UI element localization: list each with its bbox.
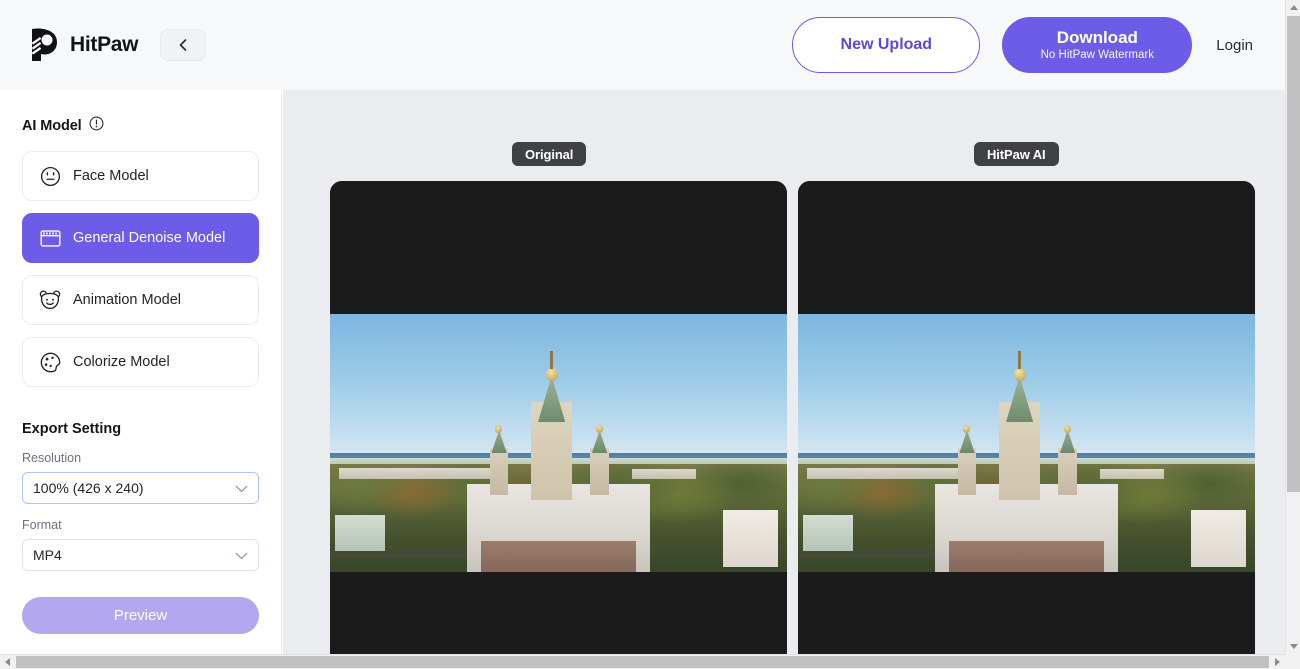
format-value: MP4 xyxy=(33,547,62,563)
letterbox-bottom xyxy=(330,572,787,654)
format-label: Format xyxy=(22,518,259,532)
resolution-value: 100% (426 x 240) xyxy=(33,480,144,496)
login-label: Login xyxy=(1216,37,1253,54)
model-item-general-denoise-model[interactable]: General Denoise Model xyxy=(22,213,259,263)
ai-model-section-title: AI Model xyxy=(22,116,259,135)
model-item-label: Face Model xyxy=(73,168,149,184)
ai-model-list: Face Model xyxy=(22,151,259,387)
resolution-select[interactable]: 100% (426 x 240) xyxy=(22,472,259,504)
letterbox-top xyxy=(798,181,1255,314)
video-comparison-panels xyxy=(330,181,1256,654)
horizontal-scrollbar-thumb[interactable] xyxy=(16,656,1269,668)
hitpaw-ai-video-panel[interactable] xyxy=(798,181,1255,654)
download-label: Download xyxy=(1057,28,1138,48)
hitpaw-ai-tag: HitPaw AI xyxy=(974,142,1059,166)
original-video-panel[interactable] xyxy=(330,181,787,654)
sidebar: AI Model xyxy=(0,90,282,654)
model-item-animation-model[interactable]: Animation Model xyxy=(22,275,259,325)
preview-button[interactable]: Preview xyxy=(22,597,259,634)
resolution-label: Resolution xyxy=(22,451,259,465)
chevron-down-icon xyxy=(235,547,248,563)
login-link[interactable]: Login xyxy=(1214,33,1255,58)
horizontal-scrollbar[interactable] xyxy=(0,654,1300,669)
model-item-colorize-model[interactable]: Colorize Model xyxy=(22,337,259,387)
preview-label: Preview xyxy=(114,607,167,624)
ai-model-title-label: AI Model xyxy=(22,118,82,134)
export-setting-title: Export Setting xyxy=(22,421,259,437)
page-viewport: HitPaw New Upload Download No HitPaw Wat… xyxy=(0,0,1285,654)
face-icon xyxy=(39,165,61,187)
letterbox-top xyxy=(330,181,787,314)
model-item-face-model[interactable]: Face Model xyxy=(22,151,259,201)
original-tag-label: Original xyxy=(525,147,573,162)
hitpaw-paw-logo-icon xyxy=(26,27,60,63)
cathedral-scene-image-enhanced xyxy=(798,314,1255,572)
hitpaw-ai-tag-label: HitPaw AI xyxy=(987,147,1046,162)
header-actions: New Upload Download No HitPaw Watermark … xyxy=(792,17,1255,73)
vertical-scrollbar[interactable] xyxy=(1285,0,1300,654)
original-video-frame xyxy=(330,314,787,572)
scrollbar-corner xyxy=(1285,654,1300,669)
model-item-label: Colorize Model xyxy=(73,354,170,370)
brand[interactable]: HitPaw xyxy=(26,27,138,63)
scroll-left-arrow-icon[interactable] xyxy=(0,655,15,669)
back-button[interactable] xyxy=(160,29,206,61)
scroll-right-arrow-icon[interactable] xyxy=(1270,655,1285,669)
vertical-scrollbar-thumb[interactable] xyxy=(1287,16,1300,492)
original-tag: Original xyxy=(512,142,586,166)
app-header: HitPaw New Upload Download No HitPaw Wat… xyxy=(0,0,1285,90)
film-clapper-icon xyxy=(39,227,61,249)
preview-area: Original HitPaw AI xyxy=(283,90,1285,654)
scroll-down-arrow-icon[interactable] xyxy=(1286,639,1300,654)
bear-face-icon xyxy=(39,289,61,311)
model-item-label: Animation Model xyxy=(73,292,181,308)
chevron-down-icon xyxy=(235,480,248,496)
letterbox-bottom xyxy=(798,572,1255,654)
hitpaw-video-enhancer-app: HitPaw New Upload Download No HitPaw Wat… xyxy=(0,0,1300,669)
panel-label-row: Original HitPaw AI xyxy=(283,142,1285,166)
scroll-up-arrow-icon[interactable] xyxy=(1286,0,1300,15)
brand-name: HitPaw xyxy=(70,33,138,57)
palette-icon xyxy=(39,351,61,373)
chevron-left-icon xyxy=(177,38,189,52)
hitpaw-ai-video-frame xyxy=(798,314,1255,572)
cathedral-scene-image xyxy=(330,314,787,572)
new-upload-label: New Upload xyxy=(841,36,933,54)
download-sublabel: No HitPaw Watermark xyxy=(1041,49,1154,62)
info-circle-icon[interactable] xyxy=(89,116,104,135)
new-upload-button[interactable]: New Upload xyxy=(792,17,980,73)
format-select[interactable]: MP4 xyxy=(22,539,259,571)
model-item-label: General Denoise Model xyxy=(73,230,225,246)
download-button[interactable]: Download No HitPaw Watermark xyxy=(1002,17,1192,73)
